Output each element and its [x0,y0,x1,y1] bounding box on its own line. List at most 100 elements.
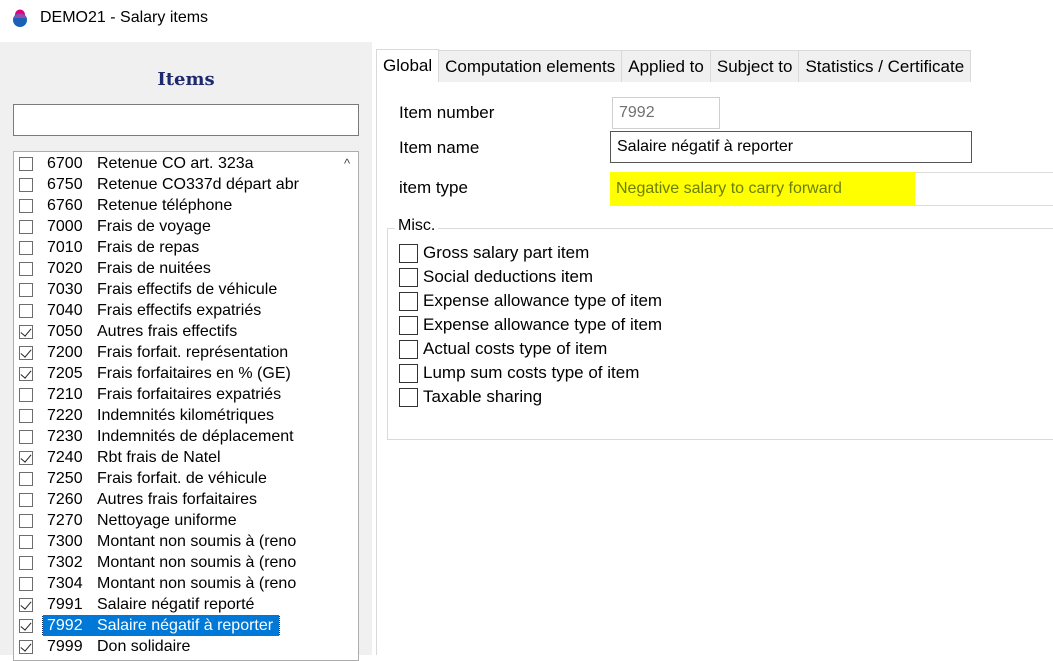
app-logo-icon [13,9,27,27]
list-item-checkbox[interactable] [19,471,33,486]
list-item-number: 7230 [47,427,83,445]
list-item-checkbox[interactable] [19,555,33,570]
list-item-text: 7030 Frais effectifs de véhicule [43,279,283,300]
list-item[interactable]: 7304 Montant non soumis à (reno [14,573,334,594]
list-item-number: 7250 [47,469,83,487]
list-item-text: 7250 Frais forfait. de véhicule [43,468,273,489]
item-name-field[interactable]: Salaire négatif à reporter [610,131,972,163]
list-item[interactable]: 7050 Autres frais effectifs [14,321,334,342]
list-item-label: Nettoyage uniforme [97,511,237,529]
list-item[interactable]: 7999 Don solidaire [14,636,334,657]
tab-computation-elements[interactable]: Computation elements [438,50,623,82]
list-item-label: Autres frais effectifs [97,322,238,340]
items-list[interactable]: ^ 6700 Retenue CO art. 323a 6750 Retenue CO… [13,151,359,661]
list-item-label: Autres frais forfaitaires [97,490,258,508]
misc-option-checkbox[interactable] [399,339,418,359]
list-item[interactable]: 7000 Frais de voyage [14,216,334,237]
list-item[interactable]: 7220 Indemnités kilométriques [14,405,334,426]
list-item[interactable]: 6700 Retenue CO art. 323a [14,153,334,174]
list-item[interactable]: 7300 Montant non soumis à (reno [14,531,334,552]
list-item-checkbox[interactable] [19,177,33,192]
list-item[interactable]: 7270 Nettoyage uniforme [14,510,334,531]
list-item[interactable]: 7240 Rbt frais de Natel [14,447,334,468]
list-item-checkbox[interactable] [19,513,33,528]
misc-option-checkbox[interactable] [399,291,418,311]
list-item-checkbox[interactable] [19,408,33,423]
list-item-checkbox[interactable] [19,282,33,297]
list-item[interactable]: 7992 Salaire négatif à reporter [14,615,334,636]
list-item[interactable]: 7302 Montant non soumis à (reno [14,552,334,573]
item-type-label: item type [399,178,468,197]
list-item-text: 7304 Montant non soumis à (reno [43,573,302,594]
list-item-checkbox[interactable] [19,534,33,549]
misc-option-checkbox[interactable] [399,243,418,263]
list-item-text: 7010 Frais de repas [43,237,205,258]
list-item-label: Frais de voyage [97,217,211,235]
list-item[interactable]: 6750 Retenue CO337d départ abr [14,174,334,195]
list-item[interactable]: 7205 Frais forfaitaires en % (GE) [14,363,334,384]
list-item-checkbox[interactable] [19,240,33,255]
list-item-checkbox[interactable] [19,366,33,381]
misc-option-label: Social deductions item [423,267,594,286]
list-item-label: Frais de nuitées [97,259,211,277]
list-item-checkbox[interactable] [19,597,33,612]
misc-option[interactable]: Taxable sharing [399,386,542,408]
list-item[interactable]: 7040 Frais effectifs expatriés [14,300,334,321]
list-item-number: 6750 [47,175,83,193]
list-item[interactable]: 6760 Retenue téléphone [14,195,334,216]
misc-option[interactable]: Social deductions item [399,266,593,288]
list-item-label: Don solidaire [97,637,191,655]
list-item-checkbox[interactable] [19,345,33,360]
list-item-checkbox[interactable] [19,576,33,591]
tab-statistics-certificate[interactable]: Statistics / Certificate [798,50,972,82]
list-item[interactable]: 7010 Frais de repas [14,237,334,258]
scroll-up-arrow-icon[interactable]: ^ [340,157,354,170]
misc-option[interactable]: Expense allowance type of item [399,314,662,336]
list-item[interactable]: 7030 Frais effectifs de véhicule [14,279,334,300]
list-item-checkbox[interactable] [19,639,33,654]
tab-applied-to[interactable]: Applied to [621,50,711,82]
list-item-number: 7040 [47,301,83,319]
list-item-text: 7992 Salaire négatif à reporter [41,615,281,636]
list-item-checkbox[interactable] [19,198,33,213]
list-item-number: 7270 [47,511,83,529]
list-item-label: Frais forfait. de véhicule [97,469,267,487]
items-search-input[interactable] [13,104,359,136]
misc-option-label: Lump sum costs type of item [423,363,640,382]
tab-global[interactable]: Global [376,49,440,82]
item-number-label: Item number [399,103,495,122]
list-item[interactable]: 7230 Indemnités de déplacement [14,426,334,447]
tab-subject-to[interactable]: Subject to [709,50,800,82]
list-item[interactable]: 7260 Autres frais forfaitaires [14,489,334,510]
list-item[interactable]: 7200 Frais forfait. représentation [14,342,334,363]
list-item-checkbox[interactable] [19,387,33,402]
list-item-checkbox[interactable] [19,618,33,633]
list-item-label: Frais de repas [97,238,200,256]
misc-option-checkbox[interactable] [399,315,418,335]
misc-option[interactable]: Expense allowance type of item [399,290,662,312]
list-item-checkbox[interactable] [19,429,33,444]
list-item-checkbox[interactable] [19,303,33,318]
list-item-label: Salaire négatif à reporter [97,616,274,634]
misc-option-checkbox[interactable] [399,267,418,287]
misc-option[interactable]: Lump sum costs type of item [399,362,639,384]
misc-option-checkbox[interactable] [399,363,418,383]
list-item-text: 6750 Retenue CO337d départ abr [43,174,305,195]
misc-option[interactable]: Actual costs type of item [399,338,607,360]
list-item-label: Retenue CO art. 323a [97,154,254,172]
list-item-checkbox[interactable] [19,450,33,465]
list-item-text: 7270 Nettoyage uniforme [43,510,243,531]
list-item[interactable]: 7020 Frais de nuitées [14,258,334,279]
list-item-checkbox[interactable] [19,219,33,234]
list-item[interactable]: 7250 Frais forfait. de véhicule [14,468,334,489]
list-item[interactable]: 7210 Frais forfaitaires expatriés [14,384,334,405]
list-item-checkbox[interactable] [19,492,33,507]
list-item-label: Indemnités kilométriques [97,406,274,424]
misc-option[interactable]: Gross salary part item [399,242,589,264]
misc-option-checkbox[interactable] [399,387,418,407]
list-item[interactable]: 7991 Salaire négatif reporté [14,594,334,615]
list-item-checkbox[interactable] [19,156,33,171]
list-item-checkbox[interactable] [19,324,33,339]
list-item-checkbox[interactable] [19,261,33,276]
list-item-text: 7040 Frais effectifs expatriés [43,300,267,321]
